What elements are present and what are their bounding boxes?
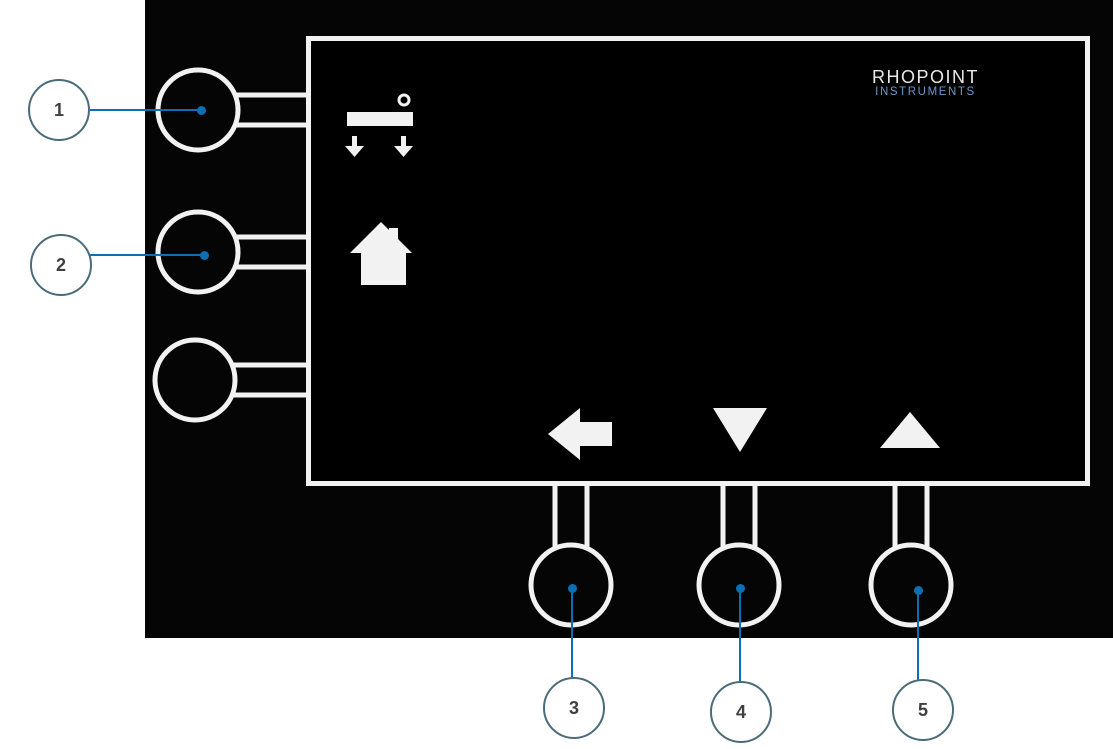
up-triangle-icon [880, 412, 940, 448]
softkey-left-3[interactable] [152, 337, 306, 423]
down-triangle-icon [713, 408, 767, 452]
measure-calibrate-icon [345, 93, 413, 157]
callout-leaders [88, 109, 919, 682]
home-icon [350, 222, 412, 285]
softkey-left-2[interactable] [155, 209, 306, 295]
callout-dot-5 [913, 585, 923, 595]
callout-dot-2 [199, 250, 209, 260]
callout-dot-1 [196, 105, 206, 115]
softkey-bottom-3[interactable] [868, 486, 954, 628]
back-arrow-icon [548, 408, 612, 460]
panel-graphics [88, 67, 954, 682]
callout-dot-3 [567, 583, 577, 593]
callout-1: 1 [28, 79, 90, 141]
callout-2: 2 [30, 234, 92, 296]
callout-3: 3 [543, 677, 605, 739]
callout-5: 5 [892, 679, 954, 741]
callout-4: 4 [710, 681, 772, 743]
callout-dot-4 [735, 583, 745, 593]
